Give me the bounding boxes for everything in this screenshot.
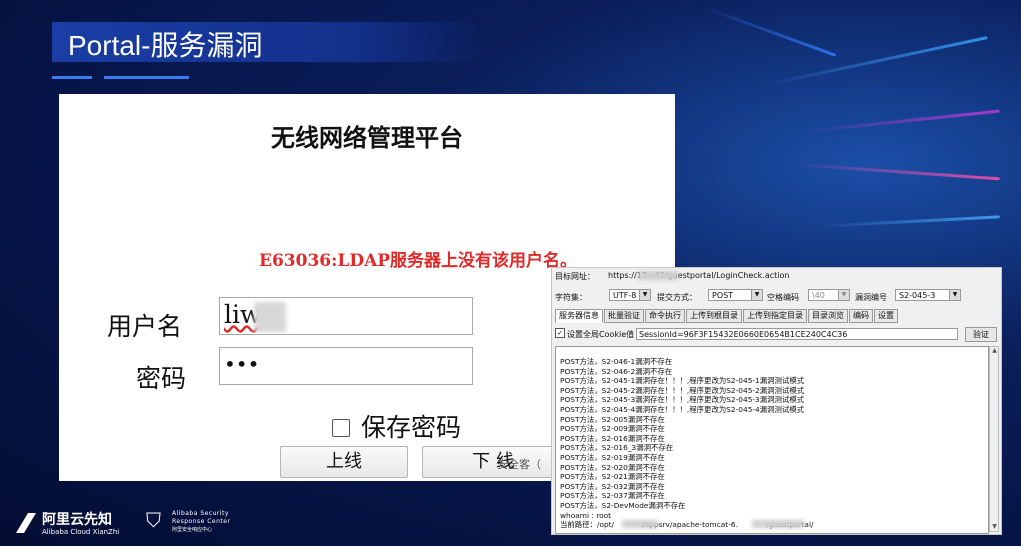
output-line: POST方法，S2-019漏洞不存在 [560,452,665,462]
space-encoding-value: \40 [812,291,825,300]
output-line: POST方法，S2-037漏洞不存在 [560,491,665,501]
wechat-sub: 安全客 ( bobao.360.cn ) [870,518,974,528]
slide-title: Portal-服务漏洞 [68,30,263,61]
redaction-blur [638,271,678,280]
shield-icon: ⛉ [146,508,161,532]
wechat-name: Ots安全 [872,489,951,514]
url-value[interactable]: https://17. :43/guestportal/LoginCheck.a… [608,271,789,280]
chevron-down-icon: ▼ [751,290,762,300]
tab-dir-browse[interactable]: 目录浏览 [808,309,848,323]
submit-method-value: POST [712,291,734,300]
xianzhi-logo-icon [16,513,36,533]
decor-streak [820,215,1000,228]
vuln-id-value: S2-045-3 [899,291,936,300]
charset-select[interactable]: UTF-8 ▼ [609,289,651,301]
scroll-down-icon[interactable]: ▼ [991,523,998,531]
cookie-checkbox-label: 设置全局Cookie值 [567,330,635,339]
remember-password-checkbox[interactable] [332,419,350,437]
output-line: POST方法，S2-DevMode漏洞不存在 [560,500,686,510]
output-scrollbar[interactable]: ▲ ▼ [989,346,999,532]
verify-button[interactable]: 验证 [965,327,997,342]
title-underline [52,76,92,79]
decor-streak [703,6,837,57]
output-line: whoami : root [560,510,612,520]
output-line: POST方法，S2-016_3漏洞不存在 [560,443,674,453]
submit-method-label: 提交方式： [657,293,697,302]
submit-method-select[interactable]: POST ▼ [708,289,763,301]
charset-value: UTF-8 [613,291,637,300]
url-label: 目标网址： [555,272,595,281]
space-encoding-select[interactable]: \40 ▼ [808,289,850,301]
redaction-blur [254,302,286,332]
tab-settings[interactable]: 设置 [874,309,898,323]
username-input[interactable]: liw [219,297,473,335]
output-lines: POST方法，S2-046-1漏洞不存在 POST方法，S2-046-2漏洞不存在… [560,357,814,530]
output-line: POST方法，S2-045-3漏洞存在！！！,程序更改为S2-045-3漏洞测试… [560,395,805,405]
password-value: ••• [224,352,260,376]
output-line: POST方法，S2-009漏洞不存在 [560,424,665,434]
remember-password-label: 保存密码 [361,413,462,442]
footer-center-line1: Alibaba Security [172,510,229,517]
output-line: POST方法，S2-032漏洞不存在 [560,481,665,491]
output-line: POST方法，S2-045-4漏洞存在！！！,程序更改为S2-045-4漏洞测试… [560,404,805,414]
username-label: 用户名 [107,312,183,341]
output-line: POST方法，S2-021漏洞不存在 [560,472,665,482]
output-line: POST方法，S2-045-2漏洞存在！！！,程序更改为S2-045-2漏洞测试… [560,385,805,395]
vuln-id-label: 漏洞编号 [855,293,887,302]
password-label: 密码 [136,364,187,393]
tab-bar: 服务器信息 批量验证 命令执行 上传到根目录 上传到指定目录 目录浏览 编码 设… [555,309,899,323]
charset-label: 字符集： [555,293,587,302]
online-button[interactable]: 上线 [280,446,408,478]
output-line: POST方法，S2-045-1漏洞存在！！！,程序更改为S2-045-1漏洞测试… [560,376,805,386]
decor-streak [790,162,1000,181]
footer-center-line2: Response Center [172,518,231,525]
output-line: POST方法，S2-005漏洞不存在 [560,414,665,424]
output-line: POST方法，S2-020漏洞不存在 [560,462,665,472]
password-input[interactable]: ••• [219,347,473,385]
login-error-message: E63036:LDAP服务器上没有该用户名。 [259,251,578,271]
tab-command-exec[interactable]: 命令执行 [645,309,685,323]
space-encoding-label: 空格编码 [767,293,799,302]
watermark-text: 安全客（ [497,458,541,471]
tab-upload-dir[interactable]: 上传到指定目录 [743,309,807,323]
footer-brand: 阿里云先知 [42,512,112,528]
title-underline [104,76,189,79]
tab-encode[interactable]: 编码 [849,309,873,323]
redaction-blur [622,520,658,528]
output-line: POST方法，S2-046-2漏洞不存在 [560,366,673,376]
footer-center-line3: 阿里安全响应中心 [172,527,213,533]
cookie-checkbox[interactable]: ✓ [555,328,565,338]
vuln-id-select[interactable]: S2-045-3 ▼ [895,289,961,301]
login-title: 无线网络管理平台 [271,123,463,152]
offline-button[interactable]: 下 线 [422,446,564,478]
chevron-down-icon: ▼ [838,290,849,300]
chevron-down-icon: ▼ [639,290,650,300]
footer-brand-sub: Alibaba Cloud XianZhi [42,528,120,536]
decor-streak [762,36,988,87]
tab-server-info[interactable]: 服务器信息 [555,309,603,323]
chevron-down-icon: ▼ [949,290,960,300]
redaction-blur [752,520,804,528]
wechat-icon [846,489,870,509]
scroll-up-icon[interactable]: ▲ [991,347,998,355]
decor-streak [800,109,1000,134]
tab-batch-verify[interactable]: 批量验证 [604,309,644,323]
cookie-input[interactable]: SessionId=96F3F15432E0660E0654B1CE240C4C… [636,328,958,340]
tab-upload-root[interactable]: 上传到根目录 [686,309,742,323]
output-line: POST方法，S2-046-1漏洞不存在 [560,357,673,366]
output-line: POST方法，S2-016漏洞不存在 [560,433,665,443]
